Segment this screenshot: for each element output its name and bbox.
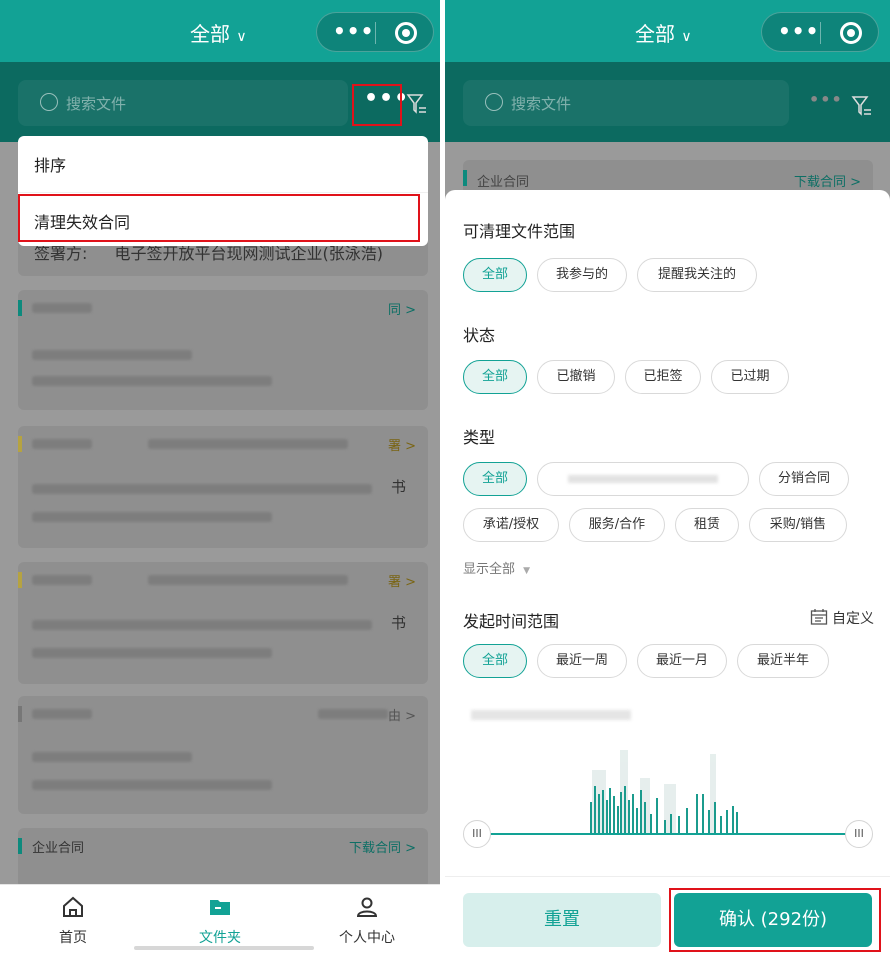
type-chip-distribution[interactable]: 分销合同 — [759, 462, 849, 496]
card-header: 由 > — [18, 696, 428, 730]
download-contract-link[interactable]: 下载合同 > — [349, 837, 416, 856]
card-header: 署 > — [18, 562, 428, 596]
type-chip-all[interactable]: 全部 — [463, 462, 527, 496]
folder-scope-dropdown[interactable]: 全部 ∨ — [635, 18, 692, 47]
card-tag: 企业合同 — [477, 175, 530, 190]
type-chip-commitment[interactable]: 承诺/授权 — [463, 508, 559, 542]
right-screen: 全部 ∨ ••• 搜索文件 ••• 企业合同 下载合同 > 可清理文件范围 全部… — [445, 0, 890, 954]
time-chip-week[interactable]: 最近一周 — [537, 644, 627, 678]
caret-down-icon: ▼ — [523, 566, 531, 576]
header-title: 全部 — [190, 22, 230, 46]
card-action[interactable]: 署 > — [388, 571, 416, 590]
left-screen: 全部 ∨ ••• 搜索文件 ••• 签署方: 电子签开放平台现网测试企业(张泳浩… — [0, 0, 440, 954]
card-action[interactable]: 署 > — [388, 435, 416, 454]
clean-invalid-highlight — [18, 194, 420, 242]
calendar-icon — [810, 609, 827, 625]
reset-button[interactable]: 重置 — [463, 893, 661, 947]
status-chip-rejected[interactable]: 已拒签 — [625, 360, 701, 394]
card-header: 企业合同 下载合同 > — [463, 160, 873, 194]
type-chip-lease[interactable]: 租赁 — [675, 508, 739, 542]
status-section-title: 状态 — [463, 326, 496, 345]
scope-chip-participated[interactable]: 我参与的 — [537, 258, 627, 292]
time-chip-halfyear[interactable]: 最近半年 — [737, 644, 829, 678]
contract-time-histogram — [590, 750, 738, 834]
chevron-down-icon: ∨ — [681, 29, 692, 45]
header-title: 全部 — [635, 22, 675, 46]
status-chip-all[interactable]: 全部 — [463, 360, 527, 394]
filter-icon[interactable] — [851, 94, 873, 118]
status-chip-expired[interactable]: 已过期 — [711, 360, 789, 394]
time-chip-month[interactable]: 最近一月 — [637, 644, 727, 678]
scope-section-title: 可清理文件范围 — [463, 222, 576, 241]
search-icon — [40, 93, 58, 111]
contract-card[interactable]: 由 > — [18, 696, 428, 814]
close-miniprogram-icon[interactable] — [840, 22, 862, 44]
filter-icon[interactable] — [406, 92, 428, 116]
folder-icon — [210, 900, 230, 915]
scope-chip-followed[interactable]: 提醒我关注的 — [637, 258, 757, 292]
selected-date-range — [471, 710, 631, 720]
slider-handle-end[interactable]: III — [845, 820, 873, 848]
more-options-icon[interactable]: ••• — [333, 19, 374, 43]
slider-handle-start[interactable]: III — [463, 820, 491, 848]
home-icon — [63, 896, 83, 917]
tab-folder[interactable]: 文件夹 — [147, 895, 293, 947]
type-chip-hidden[interactable] — [537, 462, 749, 496]
more-menu-icon[interactable]: ••• — [809, 90, 843, 109]
contract-card[interactable]: 署 > 书 — [18, 426, 428, 548]
time-section-title: 发起时间范围 — [463, 612, 560, 631]
tab-profile[interactable]: 个人中心 — [294, 895, 440, 947]
folder-scope-dropdown[interactable]: 全部 ∨ — [190, 18, 247, 47]
download-contract-link[interactable]: 下载合同 > — [794, 171, 861, 190]
top-bar: 全部 ∨ ••• — [445, 0, 890, 62]
contract-card[interactable]: 署 > 书 — [18, 562, 428, 684]
search-icon — [485, 93, 503, 111]
time-chip-all[interactable]: 全部 — [463, 644, 527, 678]
card-header: 署 > — [18, 426, 428, 460]
chevron-down-icon: ∨ — [236, 29, 247, 45]
home-indicator — [134, 946, 314, 950]
capsule-divider — [820, 22, 821, 44]
type-chip-purchase[interactable]: 采购/销售 — [749, 508, 847, 542]
search-placeholder: 搜索文件 — [66, 95, 127, 113]
cleanup-filter-sheet: 可清理文件范围 全部 我参与的 提醒我关注的 状态 全部 已撤销 已拒签 已过期… — [445, 190, 890, 954]
search-placeholder: 搜索文件 — [511, 95, 572, 113]
user-icon — [356, 897, 378, 917]
menu-item-sort[interactable]: 排序 — [18, 136, 428, 190]
type-chip-service[interactable]: 服务/合作 — [569, 508, 665, 542]
card-action[interactable]: 同 > — [388, 299, 416, 318]
type-section-title: 类型 — [463, 428, 496, 447]
tab-home[interactable]: 首页 — [0, 895, 146, 947]
capsule-divider — [375, 22, 376, 44]
card-header: 同 > — [18, 290, 428, 324]
scope-chip-all[interactable]: 全部 — [463, 258, 527, 292]
search-bar-area: 搜索文件 ••• — [445, 62, 890, 142]
date-range-slider-track[interactable] — [475, 833, 865, 835]
card-tag: 企业合同 — [32, 841, 85, 856]
mini-program-capsule: ••• — [761, 12, 879, 52]
card-action[interactable]: 由 > — [388, 705, 416, 724]
more-options-icon[interactable]: ••• — [778, 19, 819, 43]
confirm-highlight — [669, 888, 881, 952]
top-bar: 全部 ∨ ••• — [0, 0, 440, 62]
show-all-types-toggle[interactable]: 显示全部 ▼ — [463, 558, 530, 577]
status-chip-revoked[interactable]: 已撤销 — [537, 360, 615, 394]
search-input[interactable]: 搜索文件 — [18, 80, 348, 126]
more-menu-highlight — [352, 84, 402, 126]
mini-program-capsule: ••• — [316, 12, 434, 52]
contract-card[interactable]: 同 > — [18, 290, 428, 410]
search-input[interactable]: 搜索文件 — [463, 80, 789, 126]
custom-date-button[interactable]: 自定义 — [810, 608, 874, 628]
close-miniprogram-icon[interactable] — [395, 22, 417, 44]
contract-card[interactable]: 企业合同 下载合同 > — [18, 828, 428, 888]
bottom-tab-bar: 首页 文件夹 个人中心 — [0, 884, 440, 954]
card-header: 企业合同 下载合同 > — [18, 828, 428, 862]
